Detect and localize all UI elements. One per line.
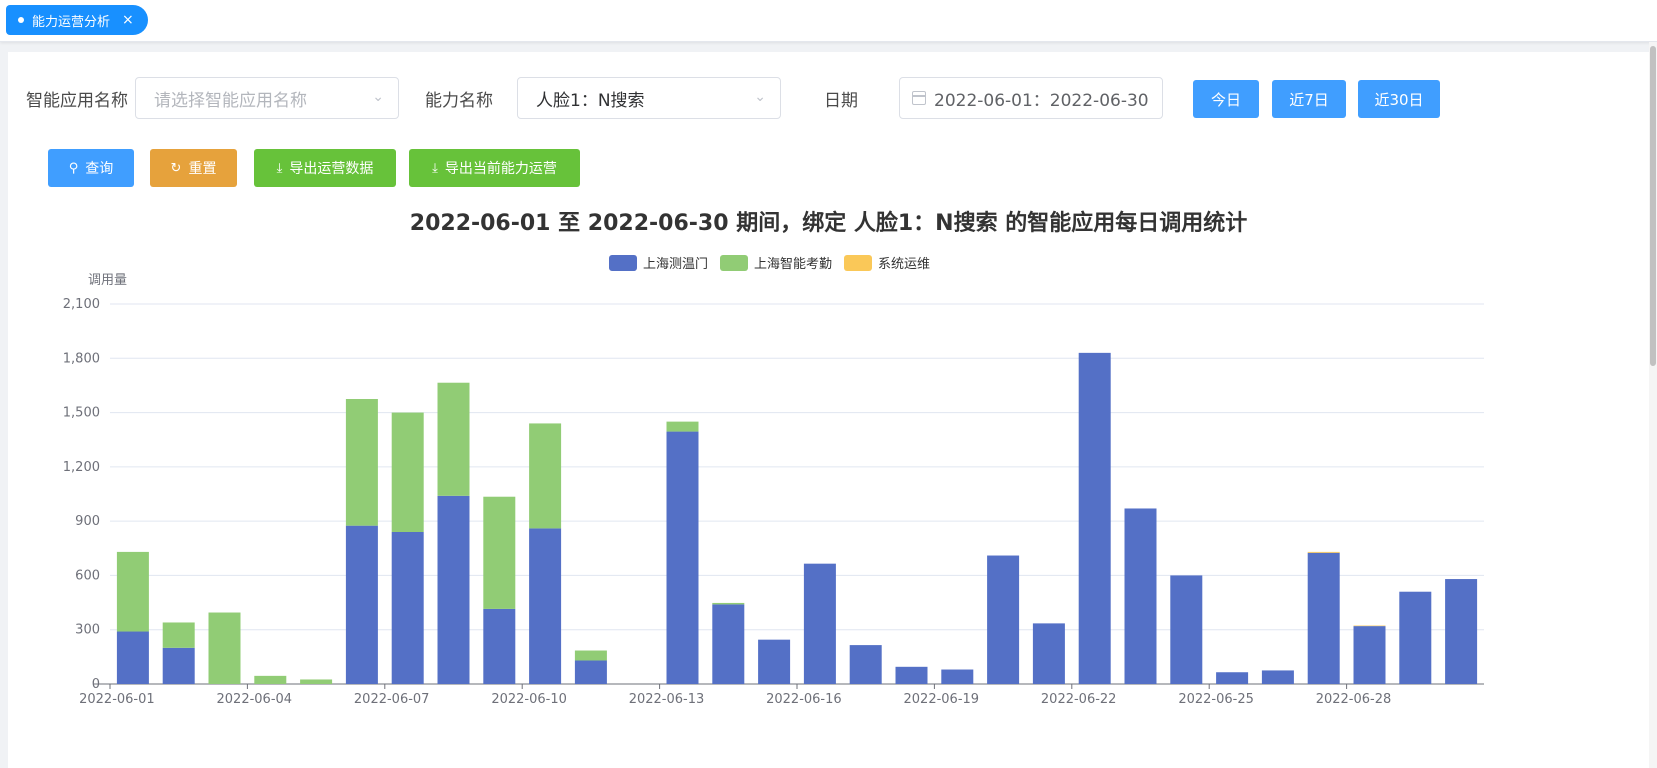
bar-0 [895, 666, 928, 684]
bar-1 [437, 382, 470, 496]
vertical-scrollbar[interactable] [1649, 42, 1657, 768]
bar-1 [208, 612, 241, 684]
bar-0 [1216, 672, 1249, 684]
ability-name-select[interactable]: 人脸1：N搜索 ⌄ [517, 77, 781, 119]
bar-chart: 03006009001,2001,5001,8002,100调用量2022-06… [63, 273, 1484, 707]
bar-1 [162, 622, 195, 648]
bar-0 [1261, 670, 1294, 684]
ability-name-value: 人脸1：N搜索 [536, 90, 645, 111]
bar-0 [712, 604, 745, 684]
bar-0 [1078, 352, 1111, 684]
y-tick-label: 300 [75, 623, 100, 638]
bar-0 [1353, 626, 1386, 684]
bar-0 [941, 669, 974, 684]
bar-2 [1353, 625, 1386, 627]
bar-1 [116, 551, 149, 632]
bar-0 [1445, 579, 1478, 684]
query-button[interactable]: ⚲ 查询 [48, 149, 134, 187]
y-axis-title: 调用量 [88, 273, 127, 288]
bar-1 [529, 423, 562, 529]
bar-0 [437, 495, 470, 684]
active-dot-icon [18, 17, 24, 23]
date-label: 日期 [824, 91, 858, 111]
x-tick-label: 2022-06-28 [1316, 692, 1392, 707]
chevron-down-icon: ⌄ [754, 89, 766, 105]
bar-0 [574, 660, 607, 684]
chevron-down-icon: ⌄ [372, 89, 384, 105]
bar-0 [483, 608, 516, 684]
bar-1 [712, 602, 745, 605]
export-ops-label: 导出运营数据 [289, 161, 374, 177]
last-7-days-button[interactable]: 近7日 [1272, 80, 1346, 118]
bar-0 [391, 532, 424, 684]
x-tick-label: 2022-06-07 [354, 692, 430, 707]
bar-1 [666, 421, 699, 432]
tabs-bar: 能力运营分析 × [0, 0, 1657, 42]
ability-name-label: 能力名称 [425, 91, 493, 111]
bar-0 [1399, 591, 1432, 684]
bar-1 [345, 399, 378, 526]
download-icon: ⤓ [432, 160, 438, 176]
reset-label: 重置 [188, 161, 217, 177]
app-name-select[interactable]: 请选择智能应用名称 ⌄ [135, 77, 399, 119]
bar-0 [345, 525, 378, 684]
x-tick-label: 2022-06-01 [79, 692, 155, 707]
export-current-ability-button[interactable]: ⤓ 导出当前能力运营 [409, 149, 580, 187]
bar-1 [254, 675, 287, 684]
bar-1 [483, 496, 516, 609]
last-30-days-button[interactable]: 近30日 [1358, 80, 1440, 118]
bar-1 [574, 650, 607, 661]
x-tick-label: 2022-06-25 [1178, 692, 1254, 707]
y-tick-label: 900 [75, 514, 100, 529]
bar-0 [1307, 552, 1340, 684]
bar-0 [529, 528, 562, 684]
bar-0 [162, 647, 195, 684]
bar-0 [1124, 508, 1157, 684]
bar-0 [849, 645, 882, 684]
today-button[interactable]: 今日 [1193, 80, 1259, 118]
x-tick-label: 2022-06-13 [629, 692, 705, 707]
bar-0 [1170, 575, 1203, 684]
bar-0 [116, 631, 149, 684]
bar-2 [1307, 551, 1340, 553]
search-icon: ⚲ [68, 160, 79, 176]
bar-0 [758, 639, 791, 684]
chart-title: 2022-06-01 至 2022-06-30 期间，绑定 人脸1：N搜索 的智… [409, 211, 1248, 236]
refresh-icon: ↻ [170, 160, 182, 176]
bar-0 [666, 431, 699, 684]
x-tick-label: 2022-06-19 [904, 692, 980, 707]
x-tick-label: 2022-06-16 [766, 692, 842, 707]
export-current-label: 导出当前能力运营 [444, 161, 557, 177]
close-icon[interactable]: × [122, 13, 134, 27]
bar-1 [300, 679, 333, 684]
bar-0 [987, 555, 1020, 684]
bar-1 [391, 412, 424, 532]
app-name-placeholder: 请选择智能应用名称 [154, 90, 307, 111]
x-tick-label: 2022-06-22 [1041, 692, 1117, 707]
y-tick-label: 1,200 [63, 460, 100, 475]
tab-ability-analysis[interactable]: 能力运营分析 × [6, 5, 148, 35]
app-name-label: 智能应用名称 [26, 91, 128, 111]
date-range-value: 2022-06-01：2022-06-30 [934, 90, 1149, 111]
x-tick-label: 2022-06-10 [491, 692, 567, 707]
bar-0 [803, 563, 836, 684]
y-tick-label: 1,500 [63, 406, 100, 421]
export-ops-data-button[interactable]: ⤓ 导出运营数据 [254, 149, 396, 187]
download-icon: ⤓ [276, 160, 283, 176]
x-tick-label: 2022-06-04 [217, 692, 293, 707]
y-tick-label: 1,800 [63, 351, 100, 366]
query-label: 查询 [85, 161, 114, 177]
y-tick-label: 2,100 [63, 297, 100, 312]
reset-button[interactable]: ↻ 重置 [150, 149, 237, 187]
bar-0 [1032, 623, 1065, 684]
calendar-icon [912, 91, 926, 105]
tab-label: 能力运营分析 [32, 14, 111, 30]
y-tick-label: 600 [75, 568, 100, 583]
date-range-input[interactable]: 2022-06-01：2022-06-30 [899, 77, 1163, 119]
